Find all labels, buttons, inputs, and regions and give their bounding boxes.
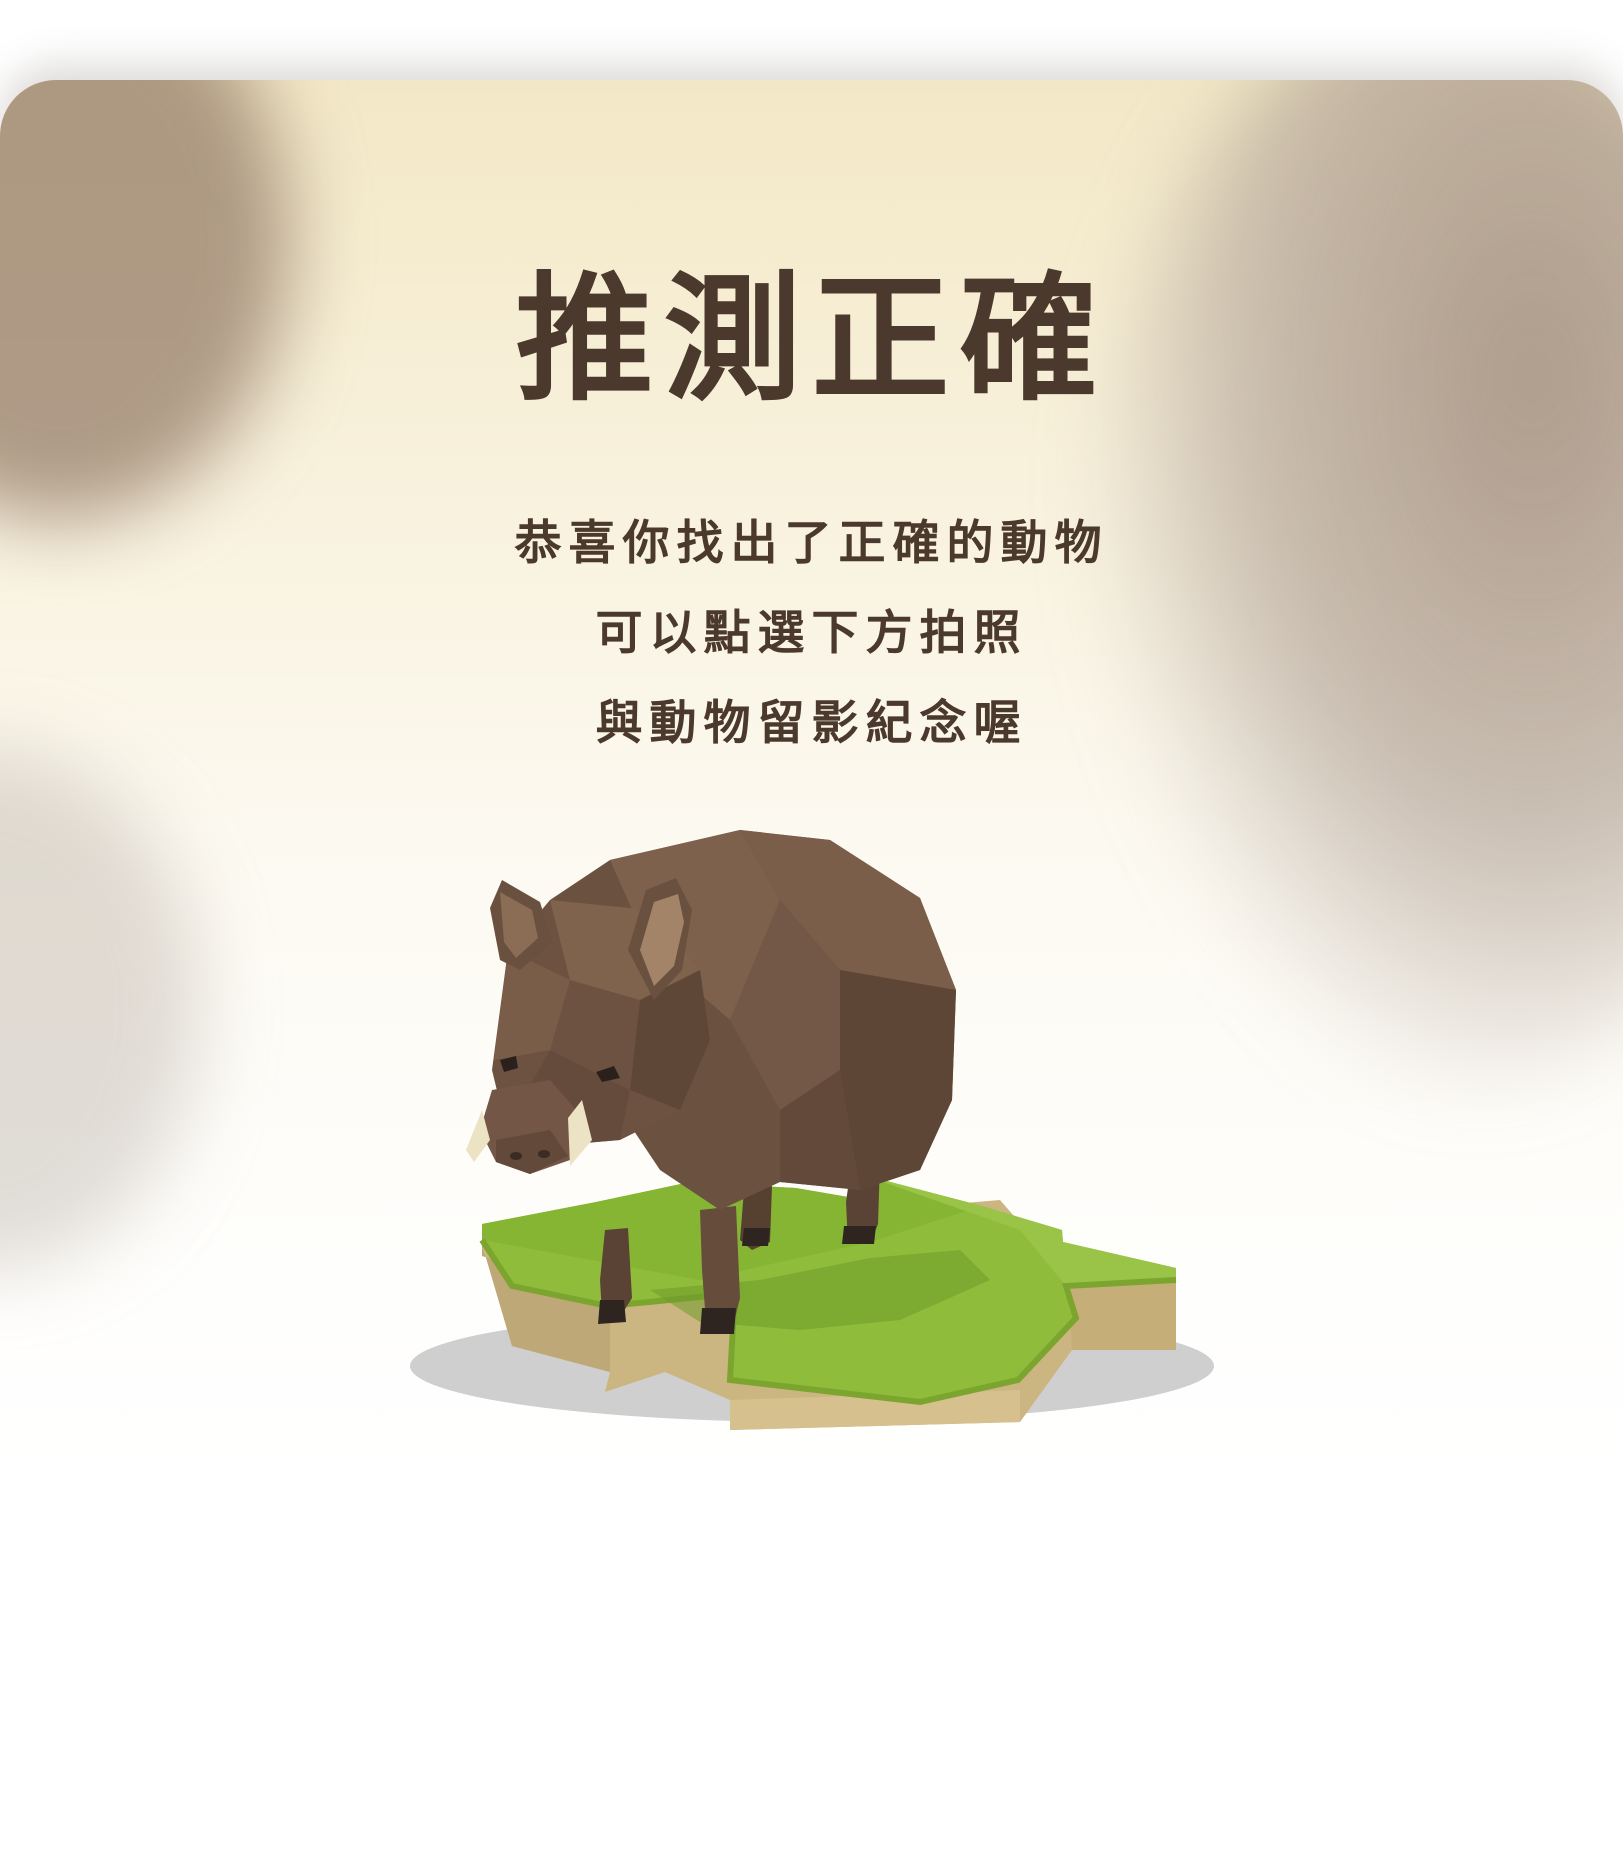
- message-line-2: 可以點選下方拍照: [595, 606, 1028, 661]
- wild-boar-scene: [410, 830, 1214, 1430]
- result-title: 推測正確: [515, 259, 1108, 420]
- background-blob: [0, 750, 200, 1270]
- message-line-3: 與動物留影紀念喔: [595, 696, 1028, 751]
- message-line-1: 恭喜你找出了正確的動物: [514, 516, 1109, 571]
